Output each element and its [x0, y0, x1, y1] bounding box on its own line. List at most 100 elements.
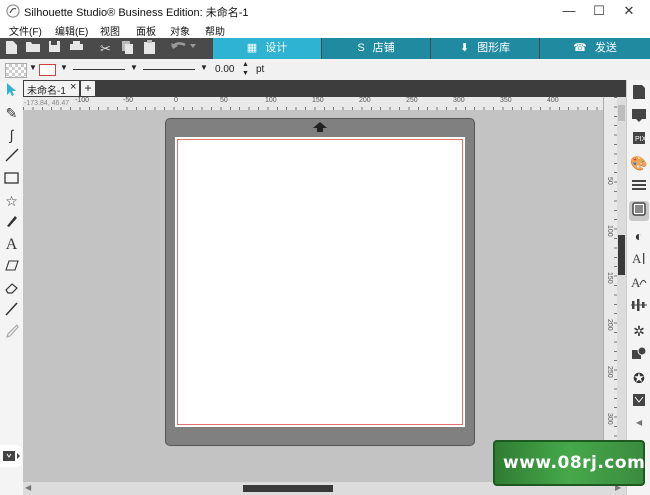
title-bar: Silhouette Studio® Business Edition: 未命名… [0, 0, 650, 22]
line-style-preview[interactable] [73, 69, 125, 70]
text-style-icon[interactable]: A [629, 250, 649, 270]
ruler-tick: -100 [75, 97, 90, 104]
vertical-scroll-up[interactable] [618, 105, 625, 121]
left-toolbar: ✎ ∫ ☆ A [0, 80, 24, 495]
text-path-tool-icon[interactable] [2, 258, 21, 276]
vertical-scroll-thumb[interactable] [618, 235, 625, 275]
library-panel-toggle[interactable] [0, 445, 22, 467]
vertical-scrollbar[interactable] [617, 97, 626, 482]
panel-expand-icon[interactable]: ◀ [636, 418, 642, 427]
design-grid-icon: ▦ [246, 42, 258, 54]
text-to-path-icon[interactable]: A [629, 274, 649, 294]
page-setup-icon[interactable] [629, 84, 649, 104]
minimize-button[interactable]: — [554, 2, 584, 20]
ruler-tick: -50 [123, 97, 134, 104]
transparency-icon[interactable]: ◐ [629, 226, 649, 246]
modify-icon[interactable] [629, 345, 649, 365]
ruler-tick: 150 [312, 97, 324, 104]
ruler-tick: 50 [606, 177, 613, 185]
line-color-swatch[interactable] [39, 64, 56, 76]
ruler-tick: 50 [220, 97, 228, 104]
line-style-dropdown-icon[interactable]: ▼ [130, 63, 138, 72]
ruler-tick: 300 [453, 97, 465, 104]
document-tab-bar: 未命名-1 × + [23, 80, 626, 97]
line-width-unit: pt [256, 64, 265, 75]
menu-object[interactable]: 对象 [170, 23, 190, 38]
cut-icon[interactable]: ✂ [97, 40, 114, 57]
replicate-icon[interactable]: ✲ [629, 321, 649, 341]
close-button[interactable]: ✕ [614, 2, 644, 20]
svg-text:A: A [631, 275, 641, 289]
open-folder-icon[interactable] [24, 40, 41, 57]
cutting-mat [165, 118, 475, 446]
line-tool-icon[interactable] [2, 148, 21, 166]
palette-fill-icon[interactable]: 🎨 [629, 153, 649, 173]
menu-help[interactable]: 帮助 [205, 23, 225, 38]
store-icon: S [357, 42, 365, 54]
fill-dropdown-icon[interactable]: ▼ [29, 63, 37, 72]
star-polygon-tool-icon[interactable]: ☆ [2, 192, 21, 210]
design-canvas[interactable] [23, 110, 603, 482]
send-cutter-icon: ☎ [573, 42, 587, 54]
ruler-tick: 250 [406, 97, 418, 104]
rectangle-tool-icon[interactable] [2, 170, 21, 188]
eyedropper-tool-icon[interactable] [2, 323, 21, 342]
document-tab[interactable]: 未命名-1 × [24, 81, 79, 97]
ruler-tick: 100 [606, 225, 613, 237]
tab-send[interactable]: ☎ 发送 [540, 38, 650, 59]
main-toolbar: ✂ ▦ 设计 S 店铺 ⬇ 图形库 ☎ 发送 [0, 38, 650, 59]
align-icon[interactable] [629, 297, 649, 317]
site-watermark: www.08rj.com [493, 440, 645, 486]
undo-icon[interactable] [170, 40, 196, 57]
line-width-stepper-icon[interactable]: ▲ ▼ [242, 60, 249, 78]
menu-view[interactable]: 视图 [100, 23, 120, 38]
app-logo-icon [6, 4, 20, 18]
ruler-tick: 250 [606, 366, 613, 378]
pen-draw-tool-icon[interactable] [2, 214, 21, 232]
eraser-tool-icon[interactable] [2, 280, 21, 298]
line-style-panel-icon[interactable] [629, 176, 649, 196]
properties-bar: ▼ ▼ ▼ ▼ 0.00 ▲ ▼ pt [0, 59, 650, 81]
ruler-tick: 300 [606, 413, 613, 425]
registration-marks-icon[interactable] [629, 107, 649, 127]
tab-library[interactable]: ⬇ 图形库 [431, 38, 539, 59]
fill-color-swatch[interactable] [5, 63, 27, 78]
line-color-dropdown-icon[interactable]: ▼ [60, 63, 68, 72]
menu-bar: 文件(F) 编辑(E) 视图 面板 对象 帮助 [0, 22, 650, 38]
trace-icon[interactable] [629, 392, 649, 412]
save-icon[interactable] [46, 40, 63, 57]
fill-panel-icon[interactable] [629, 201, 649, 221]
menu-panel[interactable]: 面板 [136, 23, 156, 38]
offset-icon[interactable]: ✪ [629, 368, 649, 388]
library-download-icon: ⬇ [459, 42, 470, 54]
select-tool-icon[interactable] [2, 82, 21, 100]
knife-tool-icon[interactable] [2, 302, 21, 320]
paste-icon[interactable] [141, 40, 158, 57]
add-document-tab-icon[interactable]: + [81, 81, 95, 96]
line-join-preview[interactable] [143, 69, 195, 70]
text-tool-icon[interactable]: A [2, 236, 21, 254]
tab-store[interactable]: S 店铺 [322, 38, 430, 59]
menu-edit[interactable]: 编辑(E) [55, 23, 88, 38]
ruler-tick: 400 [547, 97, 559, 104]
feed-direction-arrow-icon [312, 121, 328, 136]
ruler-tick: 0 [174, 97, 178, 104]
document-tab-close-icon[interactable]: × [70, 81, 76, 93]
maximize-button[interactable]: ☐ [584, 2, 614, 20]
horizontal-scroll-thumb[interactable] [243, 485, 333, 492]
menu-file[interactable]: 文件(F) [9, 23, 42, 38]
line-width-input[interactable]: 0.00 [215, 64, 234, 75]
scroll-left-icon[interactable]: ◀ [25, 483, 31, 492]
copy-icon[interactable] [119, 40, 136, 57]
pixscan-icon[interactable]: PIX [629, 130, 649, 150]
edit-points-tool-icon[interactable]: ✎ [2, 104, 21, 122]
ruler-tick: 150 [606, 272, 613, 284]
tab-design[interactable]: ▦ 设计 [213, 38, 321, 59]
horizontal-ruler: -173.84, 46.47 -100 -50 0 50 100 150 200… [23, 97, 603, 111]
window-title: Silhouette Studio® Business Edition: 未命名… [24, 7, 249, 19]
new-file-icon[interactable] [3, 40, 20, 57]
print-icon[interactable] [68, 40, 85, 57]
bezier-curve-tool-icon[interactable]: ∫ [2, 126, 21, 144]
page-area[interactable] [175, 137, 465, 427]
line-join-dropdown-icon[interactable]: ▼ [200, 63, 208, 72]
